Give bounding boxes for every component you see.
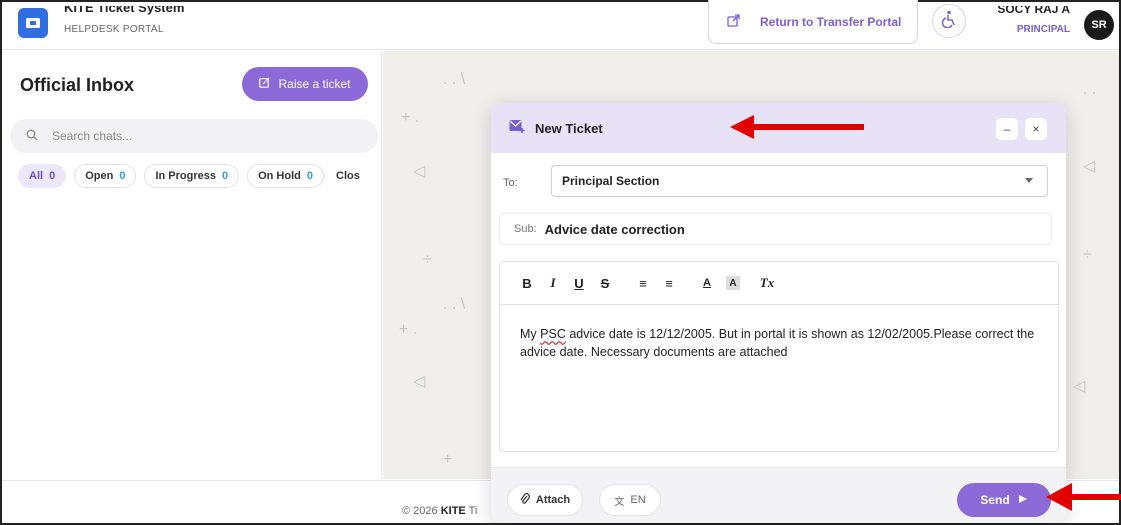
doodle-divide: ÷ [1083,246,1092,263]
bullet-list-button[interactable]: ≡ [658,272,680,294]
filter-chips: All 0 Open 0 In Progress 0 On Hold 0 Clos [18,164,382,188]
return-to-transfer-portal-button[interactable]: Return to Transfer Portal [708,0,918,44]
message-body[interactable]: My PSC advice date is 12/12/2005. But in… [500,305,1058,381]
italic-button[interactable]: I [542,272,564,294]
language-label: EN [630,494,646,506]
strike-button[interactable]: S [594,272,616,294]
inbox-title: Official Inbox [20,75,135,95]
ordered-list-button[interactable]: ≡ [632,272,654,294]
doodle-dots: . . \ [443,71,466,88]
filter-chip-closed[interactable]: Clos [332,164,364,188]
translate-icon: 文 [614,496,625,508]
copy-suffix: Ti [465,505,478,517]
avatar[interactable]: SR [1084,10,1114,40]
chevron-down-icon [1025,178,1033,183]
chip-label: Clos [336,170,360,182]
attach-button[interactable]: Attach [507,484,583,516]
editor-toolbar: B I U S ≡ ≡ A A Tx [500,262,1058,305]
user-name: SOCY RAJ A R [997,6,1070,17]
chip-label: On Hold [258,170,301,182]
raise-ticket-label: Raise a ticket [278,77,351,91]
annotation-arrow-send [1046,483,1121,511]
filter-chip-in-progress[interactable]: In Progress 0 [144,164,240,188]
spelling-flag: PSC [540,327,566,341]
app-header: KITE Ticket System HELPDESK PORTAL Retur… [2,0,1119,50]
doodle-triangle: ◁ [413,373,426,390]
chip-label: All [29,170,44,182]
chip-label: Open [85,170,114,182]
doodle-divide: ÷ [423,251,432,268]
new-ticket-icon [509,119,525,138]
doodle-plus: + [443,451,453,468]
copy-prefix: © 2026 [402,505,441,517]
underline-button[interactable]: U [568,272,590,294]
doodle-plus: + . [401,109,420,126]
external-link-icon [727,13,740,30]
chip-count: 0 [119,170,126,182]
new-ticket-modal: New Ticket – × To: Principal Section Sub… [491,103,1066,523]
send-label: Send [980,493,1010,507]
search-placeholder: Search chats... [52,129,133,143]
doodle-triangle: ◁ [413,163,426,180]
user-role: PRINCIPAL [1016,24,1070,35]
chip-label: In Progress [155,170,216,182]
body-text: My [520,327,541,341]
send-button[interactable]: Send [957,483,1051,517]
app-title: KITE Ticket System [64,6,185,15]
doodle-dots: . . \ [443,296,466,313]
recipient-select[interactable]: Principal Section [551,165,1048,197]
chip-count: 0 [221,170,229,182]
modal-footer: Attach 文 EN Send [491,467,1066,523]
filter-chip-open[interactable]: Open 0 [74,164,137,188]
copy-brand: KITE [440,505,466,517]
accessibility-icon [941,10,957,33]
bold-button[interactable]: B [516,272,538,294]
paperclip-icon [520,492,530,508]
attach-label: Attach [535,494,571,506]
text-color-button[interactable]: A [696,272,718,294]
send-icon [1018,493,1028,507]
close-button[interactable]: × [1025,118,1047,140]
raise-ticket-button[interactable]: Raise a ticket [242,67,368,101]
subject-field[interactable]: Sub: Advice date correction [499,213,1052,245]
accessibility-button[interactable] [932,4,966,38]
clear-format-button[interactable]: Tx [756,272,778,294]
search-input[interactable]: Search chats... [10,119,378,153]
filter-chip-all[interactable]: All 0 [18,164,67,188]
to-row: To: Principal Section [503,165,1051,201]
subject-value: Advice date correction [544,221,685,237]
edit-icon [259,77,270,91]
doodle-dots: . . [1083,81,1097,98]
subject-label: Sub: [514,223,537,235]
app-subtitle: HELPDESK PORTAL [64,24,164,35]
chip-count: 0 [306,170,313,182]
doodle-plus: + . [399,321,418,338]
copyright-text: © 2026 KITE Ti [402,505,492,517]
message-editor: B I U S ≡ ≡ A A Tx My PSC advice date is… [499,261,1059,452]
minimize-button[interactable]: – [996,118,1018,140]
recipient-value: Principal Section [562,174,660,188]
language-button[interactable]: 文 EN [599,484,661,516]
filter-chip-on-hold[interactable]: On Hold 0 [247,164,324,188]
ticket-logo-icon [18,8,48,38]
return-label: Return to Transfer Portal [760,14,902,29]
annotation-arrow-title [730,115,864,139]
body-text: advice date is 12/12/2005. But in portal… [520,327,1035,359]
modal-title: New Ticket [535,120,603,136]
doodle-triangle: ◁ [1083,158,1096,175]
chip-count: 0 [49,170,56,182]
to-label: To: [503,177,518,189]
inbox-sidebar: Official Inbox Raise a ticket Search cha… [2,51,382,479]
search-icon [26,129,38,144]
doodle-triangle: ◁ [1073,378,1086,395]
background-color-button[interactable]: A [726,276,740,290]
